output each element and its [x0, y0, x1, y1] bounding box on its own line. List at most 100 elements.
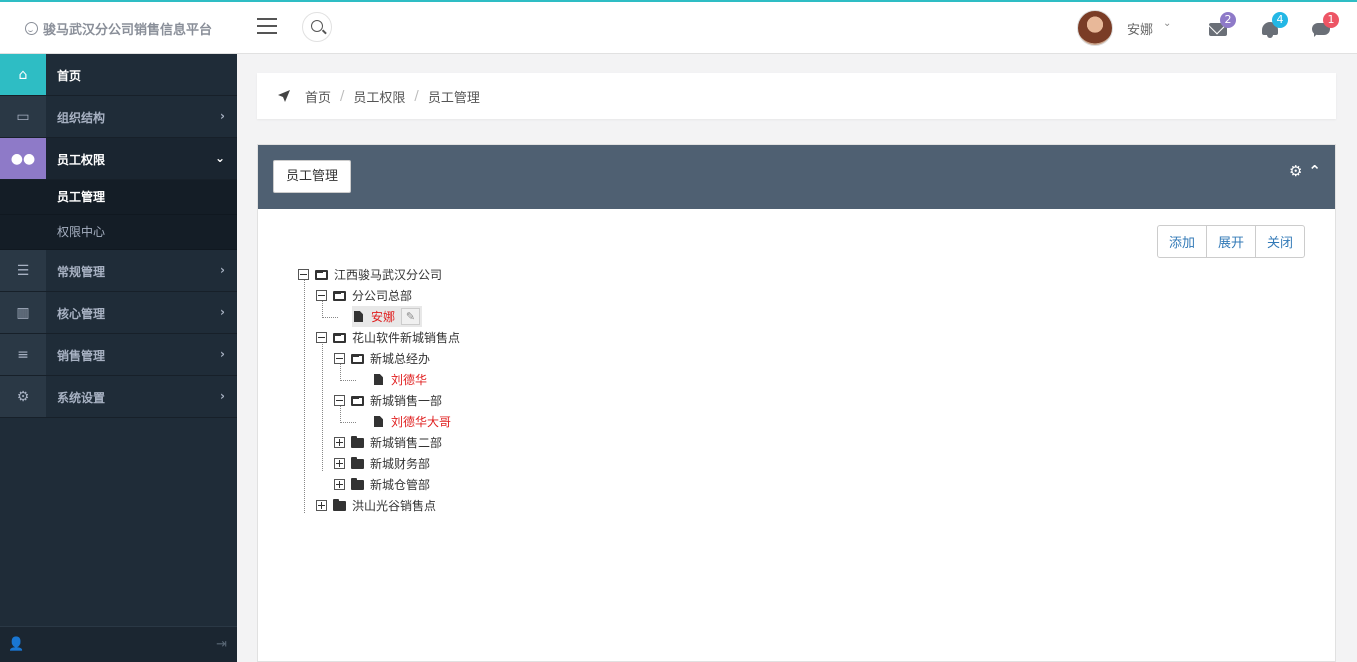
sidebar-item-organization[interactable]: ▭ 组织结构 ›: [0, 96, 237, 138]
file-icon: [354, 311, 363, 322]
folder-icon: [333, 498, 346, 511]
list-icon: ≡: [0, 334, 46, 375]
expand-button[interactable]: 展开: [1205, 225, 1256, 258]
breadcrumb-home[interactable]: 首页: [305, 87, 331, 106]
sidebar-item-label: 系统设置: [57, 391, 106, 405]
sidebar-item-core[interactable]: ▥ 核心管理 ›: [0, 292, 237, 334]
chevron-right-icon: ›: [220, 389, 225, 403]
list-alt-icon: ☰: [0, 250, 46, 291]
tree-node[interactable]: 江西骏马武汉分公司: [298, 264, 442, 285]
tree-node[interactable]: 新城仓管部: [334, 474, 430, 495]
location-arrow-icon: [278, 90, 290, 102]
tree-node[interactable]: 刘德华大哥: [374, 411, 451, 432]
expand-toggle[interactable]: [316, 500, 327, 511]
collapse-toggle[interactable]: [298, 269, 309, 280]
bar-chart-icon: ▥: [0, 292, 46, 333]
tree-node[interactable]: 新城总经办: [334, 348, 430, 369]
tree-node[interactable]: 新城销售一部: [334, 390, 442, 411]
tree-node-label[interactable]: 江西骏马武汉分公司: [334, 266, 442, 283]
tree-node-label[interactable]: 洪山光谷销售点: [352, 497, 436, 514]
folder-icon: [351, 456, 364, 469]
sidebar: ⌂ 首页 ▭ 组织结构 › ●● 员工权限 ⌄ 员工管理 权限中心 ☰ 常规管理…: [0, 54, 237, 662]
messages-button[interactable]: 2: [1209, 12, 1236, 38]
submenu-item-employee-management[interactable]: 员工管理: [0, 180, 237, 215]
chevron-right-icon: ›: [220, 109, 225, 123]
smile-icon: [24, 21, 38, 35]
tree-node[interactable]: 新城财务部: [334, 453, 430, 474]
file-icon: [374, 416, 383, 427]
panel-title-button[interactable]: 员工管理: [273, 160, 352, 193]
notifications-badge: 4: [1272, 12, 1288, 28]
tree-node[interactable]: 洪山光谷销售点: [316, 495, 436, 516]
tree-node-label[interactable]: 新城总经办: [370, 350, 430, 367]
tree-node-label[interactable]: 新城销售一部: [370, 392, 442, 409]
notifications-button[interactable]: 4: [1261, 12, 1288, 38]
chevron-down-icon[interactable]: ⌄: [1163, 18, 1171, 29]
search-button[interactable]: [302, 12, 332, 42]
folder-open-icon: [333, 290, 346, 301]
tree-node-label[interactable]: 新城财务部: [370, 455, 430, 472]
panel-header: 员工管理 ⚙ ⌃: [258, 145, 1335, 209]
collapse-toggle[interactable]: [316, 290, 327, 301]
collapse-toggle[interactable]: [334, 353, 345, 364]
breadcrumb-employee-permissions[interactable]: 员工权限: [353, 87, 405, 106]
menu-toggle-button[interactable]: [257, 18, 277, 34]
sidebar-item-label: 首页: [57, 69, 82, 83]
sidebar-item-employee-permissions[interactable]: ●● 员工权限 ⌄: [0, 138, 237, 180]
tree-node-label[interactable]: 刘德华: [391, 371, 427, 388]
user-name[interactable]: 安娜: [1127, 19, 1153, 38]
sidebar-item-general[interactable]: ☰ 常规管理 ›: [0, 250, 237, 292]
chats-button[interactable]: 1: [1312, 12, 1339, 38]
pencil-icon[interactable]: ✎: [401, 308, 421, 325]
tree-node-label[interactable]: 安娜: [371, 308, 395, 325]
sidebar-item-label: 核心管理: [57, 307, 106, 321]
tree-node-label[interactable]: 花山软件新城销售点: [352, 329, 460, 346]
messages-badge: 2: [1220, 12, 1236, 28]
sidebar-item-sales[interactable]: ≡ 销售管理 ›: [0, 334, 237, 376]
breadcrumb-separator: /: [340, 88, 345, 104]
folder-icon: [351, 435, 364, 448]
tree-node-label[interactable]: 新城销售二部: [370, 434, 442, 451]
chats-badge: 1: [1323, 12, 1339, 28]
chevron-down-icon: ⌄: [214, 151, 225, 165]
tree-node-label[interactable]: 新城仓管部: [370, 476, 430, 493]
app-brand[interactable]: 骏马武汉分公司销售信息平台: [0, 2, 237, 54]
folder-open-icon: [315, 269, 328, 280]
top-header: 骏马武汉分公司销售信息平台 安娜 ⌄ 2 4 1: [0, 0, 1357, 54]
expand-toggle[interactable]: [334, 437, 345, 448]
gear-icon[interactable]: ⚙: [1289, 162, 1302, 180]
collapse-toggle[interactable]: [334, 395, 345, 406]
add-button[interactable]: 添加: [1156, 225, 1207, 258]
expand-toggle[interactable]: [334, 458, 345, 469]
folder-icon: [351, 477, 364, 490]
tree-node-selected[interactable]: 安娜 ✎: [352, 306, 423, 327]
expand-toggle[interactable]: [334, 479, 345, 490]
sidebar-item-settings[interactable]: ⚙ 系统设置 ›: [0, 376, 237, 418]
chevron-right-icon: ›: [220, 347, 225, 361]
tree-node[interactable]: 新城销售二部: [334, 432, 442, 453]
employee-permissions-submenu: 员工管理 权限中心: [0, 180, 237, 250]
tree-node[interactable]: 花山软件新城销售点: [316, 327, 460, 348]
collapse-toggle[interactable]: [316, 332, 327, 343]
close-button[interactable]: 关闭: [1254, 225, 1305, 258]
add-user-icon[interactable]: 👤: [8, 637, 24, 652]
submenu-item-permission-center[interactable]: 权限中心: [0, 215, 237, 250]
panel-tools: ⚙ ⌃: [1289, 162, 1321, 180]
sidebar-item-home[interactable]: ⌂ 首页: [0, 54, 237, 96]
sidebar-footer: 👤 ⇥: [0, 626, 237, 662]
avatar[interactable]: [1077, 10, 1113, 46]
tree-node-label[interactable]: 刘德华大哥: [391, 413, 451, 430]
desktop-icon: ▭: [0, 96, 46, 137]
employee-panel: 员工管理 ⚙ ⌃ 添加 展开 关闭 江西骏马武汉分公司 分公司总部 安娜 ✎ 花…: [257, 144, 1336, 662]
folder-open-icon: [351, 353, 364, 364]
tree-node[interactable]: 分公司总部: [316, 285, 412, 306]
tree-node[interactable]: 刘德华: [374, 369, 427, 390]
logout-icon[interactable]: ⇥: [216, 637, 227, 652]
folder-open-icon: [351, 395, 364, 406]
sidebar-item-label: 销售管理: [57, 349, 106, 363]
tree-node-label[interactable]: 分公司总部: [352, 287, 412, 304]
sidebar-item-label: 组织结构: [57, 111, 106, 125]
users-icon: ●●: [0, 138, 46, 179]
chevron-up-icon[interactable]: ⌃: [1308, 162, 1321, 180]
chevron-right-icon: ›: [220, 305, 225, 319]
